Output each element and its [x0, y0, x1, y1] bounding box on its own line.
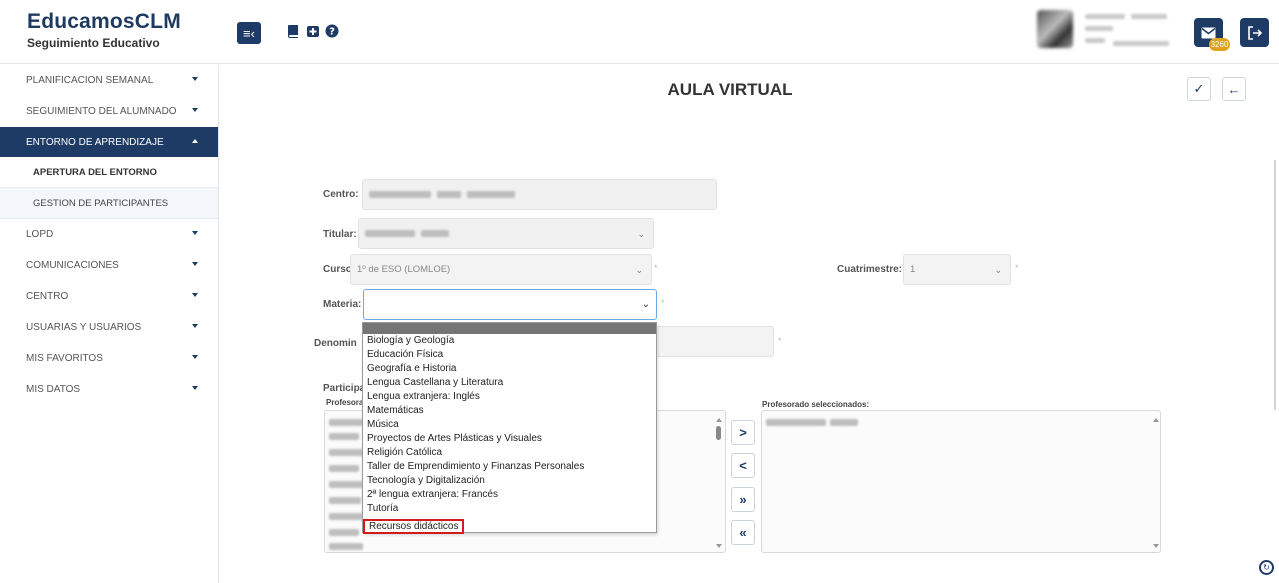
denominacion-field[interactable] — [650, 326, 774, 357]
sidebar-item-planificacion[interactable]: PLANIFICACION SEMANAL — [0, 65, 218, 96]
brand-subtitle: Seguimiento Educativo — [27, 36, 160, 50]
sidebar-subitem-apertura[interactable]: APERTURA DEL ENTORNO — [0, 157, 218, 188]
remove-all-button[interactable]: « — [731, 520, 755, 545]
svg-text:?: ? — [329, 27, 335, 38]
chevron-down-icon — [192, 231, 198, 235]
titular-label: Titular: — [323, 229, 357, 240]
curso-value: 1º de ESO (LOMLOE) — [357, 264, 451, 275]
user-profile[interactable] — [1037, 8, 1177, 52]
dropdown-option[interactable]: Música — [363, 418, 656, 432]
scrollbar-thumb[interactable] — [716, 426, 721, 440]
chevron-down-icon: ⌄ — [641, 299, 650, 310]
page-scrollbar[interactable] — [1274, 160, 1276, 410]
add-all-button[interactable]: » — [731, 487, 755, 512]
materia-dropdown-list[interactable]: Biología y Geología Educación Física Geo… — [362, 322, 657, 534]
sidebar-item-usuarios[interactable]: USUARIAS Y USUARIOS — [0, 312, 218, 343]
scroll-up-icon[interactable] — [1153, 418, 1159, 422]
chevron-down-icon — [192, 77, 198, 81]
accessibility-icon[interactable]: ↻ — [1259, 560, 1274, 575]
required-mark: * — [778, 336, 782, 346]
sidebar-item-label: MIS DATOS — [26, 384, 81, 395]
denominacion-label: Denomin — [314, 338, 357, 349]
confirm-button[interactable]: ✓ — [1187, 77, 1211, 101]
toolbox-icon[interactable] — [304, 22, 322, 40]
menu-collapse-icon[interactable]: ≡‹ — [237, 22, 261, 44]
chevron-down-icon — [192, 386, 198, 390]
chevron-down-icon — [192, 324, 198, 328]
dropdown-option[interactable]: Taller de Emprendimiento y Finanzas Pers… — [363, 460, 656, 474]
sidebar-item-label: COMUNICACIONES — [26, 260, 119, 271]
remove-selected-button[interactable]: < — [731, 453, 755, 478]
scroll-down-icon[interactable] — [1153, 544, 1159, 548]
chevron-down-icon: ⌄ — [637, 229, 645, 239]
sidebar-item-label: SEGUIMIENTO DEL ALUMNADO — [26, 106, 177, 117]
dropdown-option[interactable]: Tutoría — [363, 502, 656, 516]
sidebar-item-entorno[interactable]: ENTORNO DE APRENDIZAJE — [0, 127, 218, 157]
dropdown-option[interactable]: Lengua Castellana y Literatura — [363, 376, 656, 390]
brand-logo[interactable]: EducamosCLM Seguimiento Educativo — [27, 10, 181, 50]
profesorado-seleccionados-list[interactable] — [761, 410, 1161, 553]
chevron-down-icon — [192, 108, 198, 112]
mail-count-badge: 3260 — [1209, 38, 1230, 51]
dropdown-empty-option[interactable] — [363, 323, 656, 334]
titular-select[interactable]: ⌄ — [358, 218, 654, 249]
chevron-up-icon — [192, 139, 198, 143]
dropdown-option[interactable]: Religión Católica — [363, 446, 656, 460]
sidebar-item-comunicaciones[interactable]: COMUNICACIONES — [0, 250, 218, 281]
cuatrimestre-value: 1 — [910, 264, 916, 275]
sidebar-item-centro[interactable]: CENTRO — [0, 281, 218, 312]
chevron-down-icon — [192, 355, 198, 359]
chevron-down-icon — [192, 262, 198, 266]
avatar — [1037, 10, 1073, 48]
required-mark: * — [1015, 263, 1019, 273]
top-header: EducamosCLM Seguimiento Educativo ≡‹ ? 3… — [0, 0, 1279, 64]
required-mark: * — [654, 263, 658, 273]
dropdown-option[interactable]: 2ª lengua extranjera: Francés — [363, 488, 656, 502]
dropdown-option[interactable]: Geografía e Historia — [363, 362, 656, 376]
sidebar-item-label: USUARIAS Y USUARIOS — [26, 322, 142, 333]
cuatrimestre-select[interactable]: 1 ⌄ — [903, 254, 1011, 285]
profesorado-seleccionados-label: Profesorado seleccionados: — [762, 400, 870, 409]
dropdown-option[interactable]: Tecnología y Digitalización — [363, 474, 656, 488]
chevron-down-icon — [192, 293, 198, 297]
sidebar-item-label: MIS FAVORITOS — [26, 353, 103, 364]
logout-icon[interactable] — [1240, 18, 1269, 47]
brand-title: EducamosCLM — [27, 10, 181, 33]
materia-select[interactable]: ⌄ — [363, 289, 657, 320]
chevron-down-icon: ⌄ — [994, 265, 1002, 275]
sidebar-item-label: LOPD — [26, 229, 54, 240]
required-mark: * — [661, 298, 665, 308]
dropdown-option[interactable]: Lengua extranjera: Inglés — [363, 390, 656, 404]
chevron-down-icon: ⌄ — [635, 265, 643, 275]
dropdown-option-recursos-highlighted[interactable]: Recursos didácticos — [363, 519, 465, 534]
help-icon[interactable]: ? — [323, 22, 341, 40]
sidebar-subitem-gestion[interactable]: GESTION DE PARTICIPANTES — [0, 188, 218, 219]
dropdown-option[interactable]: Proyectos de Artes Plásticas y Visuales — [363, 432, 656, 446]
cuatrimestre-label: Cuatrimestre: — [837, 264, 903, 275]
centro-label: Centro: — [323, 189, 359, 200]
sidebar: PLANIFICACION SEMANAL SEGUIMIENTO DEL AL… — [0, 65, 219, 583]
sidebar-item-seguimiento[interactable]: SEGUIMIENTO DEL ALUMNADO — [0, 96, 218, 127]
add-selected-button[interactable]: > — [731, 420, 755, 445]
sidebar-item-favoritos[interactable]: MIS FAVORITOS — [0, 343, 218, 374]
centro-field — [362, 179, 717, 210]
dropdown-option[interactable]: Biología y Geología — [363, 334, 656, 348]
back-button[interactable]: ← — [1222, 77, 1246, 101]
sidebar-item-lopd[interactable]: LOPD — [0, 219, 218, 250]
scroll-down-icon[interactable] — [716, 544, 722, 548]
page-title: AULA VIRTUAL — [667, 80, 793, 99]
curso-select[interactable]: 1º de ESO (LOMLOE) ⌄ — [350, 254, 652, 285]
materia-label: Materia: — [323, 299, 362, 310]
sidebar-item-label: CENTRO — [26, 291, 69, 302]
participantes-label: Participa — [323, 383, 366, 394]
profesorado-label: Profesora — [326, 398, 364, 407]
sidebar-item-label: PLANIFICACION SEMANAL — [26, 75, 154, 86]
sidebar-item-mis-datos[interactable]: MIS DATOS — [0, 374, 218, 405]
book-icon[interactable] — [284, 22, 302, 40]
scroll-up-icon[interactable] — [716, 418, 722, 422]
sidebar-item-label: ENTORNO DE APRENDIZAJE — [26, 136, 164, 148]
dropdown-option[interactable]: Matemáticas — [363, 404, 656, 418]
dropdown-option[interactable]: Educación Física — [363, 348, 656, 362]
